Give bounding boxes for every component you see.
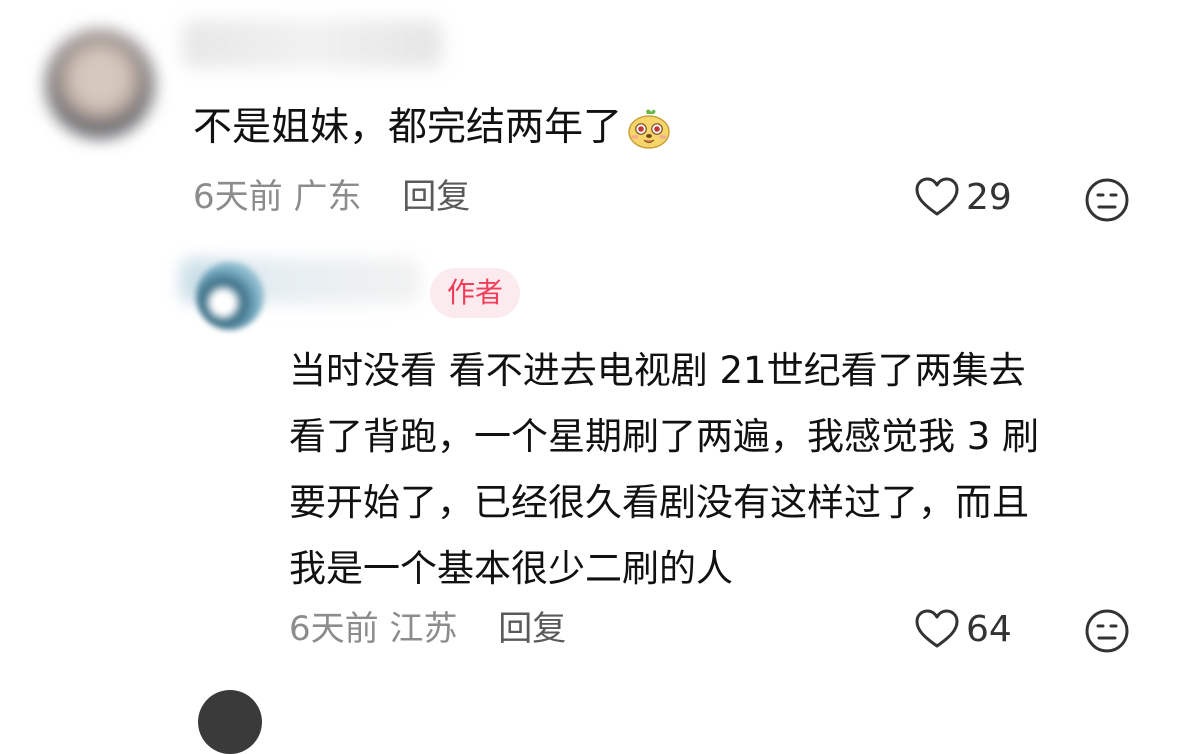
author-badge: 作者	[430, 268, 521, 318]
comment-time: 6天前	[193, 177, 283, 217]
avatar[interactable]	[196, 262, 264, 330]
like-button[interactable]: 29	[914, 176, 1012, 218]
like-count: 29	[966, 176, 1012, 218]
like-button[interactable]: 64	[914, 608, 1012, 650]
comment-text-content: 不是姐妹，都完结两年了	[193, 105, 623, 150]
comment-time: 6天前	[289, 609, 379, 649]
heart-outline-icon	[915, 609, 959, 648]
comment-meta: 6天前 广东 回复	[193, 176, 470, 218]
reply-button[interactable]: 回复	[402, 177, 470, 217]
comment-text: 当时没看 看不进去电视剧 21世纪看了两集去 看了背跑，一个星期刷了两遍，我感觉…	[289, 349, 1040, 590]
smiley-emoji-icon	[626, 108, 672, 150]
avatar[interactable]	[198, 690, 262, 754]
comment-location: 广东	[293, 177, 362, 217]
comment-meta: 6天前 江苏 回复	[289, 608, 566, 650]
heart-outline-icon	[915, 177, 959, 216]
comment-text: 不是姐妹，都完结两年了	[193, 104, 672, 152]
reply-button[interactable]: 回复	[498, 609, 566, 649]
dislike-face-icon[interactable]	[1084, 177, 1130, 223]
like-count: 64	[966, 608, 1012, 650]
username-blurred[interactable]	[182, 20, 442, 68]
comment-location: 江苏	[389, 609, 458, 649]
avatar[interactable]	[46, 30, 154, 138]
dislike-face-icon[interactable]	[1084, 608, 1130, 654]
